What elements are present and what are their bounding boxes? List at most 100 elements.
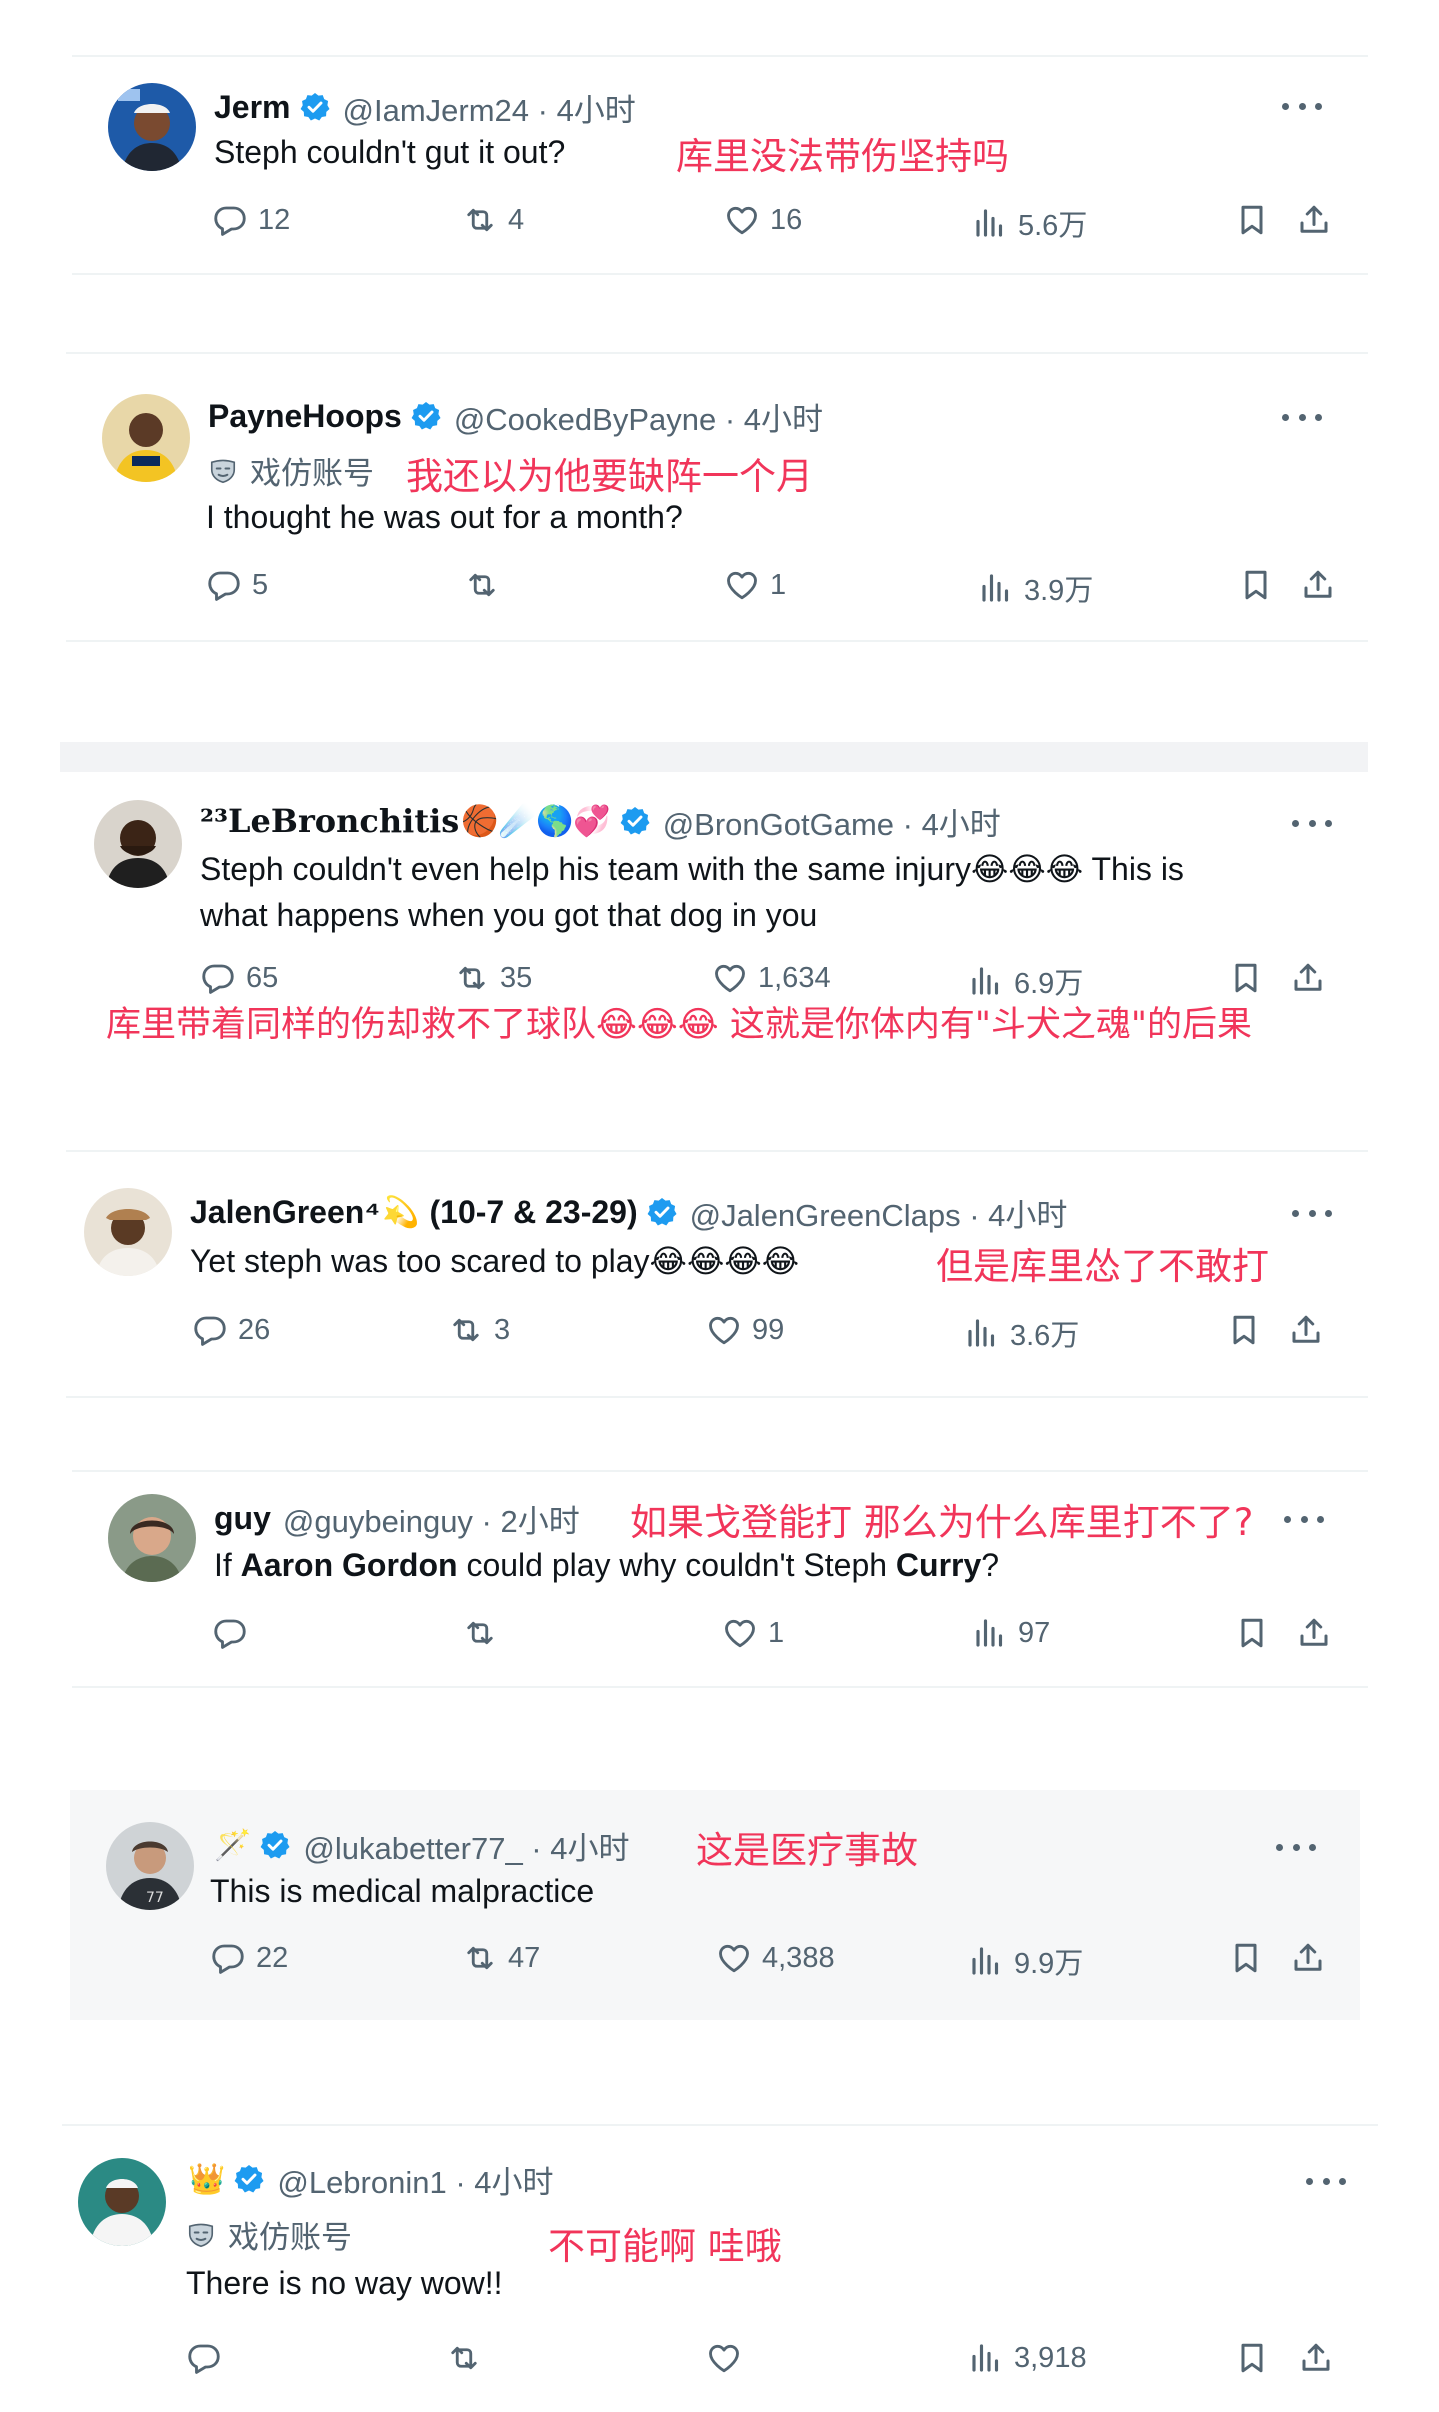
retweet-icon: [462, 1940, 498, 1976]
tweet-card[interactable]: JalenGreen⁴ 💫 (10-7 & 23-29) @JalenGreen…: [66, 1150, 1368, 1398]
like-button[interactable]: 16: [724, 202, 802, 238]
retweet-button[interactable]: 35: [454, 960, 532, 996]
share-button[interactable]: [1300, 567, 1336, 603]
retweet-icon: [454, 960, 490, 996]
tweet-card[interactable]: 77 🪄 @lukabetter77_ · 4小时 这是医疗事故 This is…: [70, 1790, 1360, 2020]
retweet-icon: [446, 2340, 482, 2376]
more-icon[interactable]: [1282, 99, 1322, 113]
avatar[interactable]: 77: [106, 1822, 194, 1910]
reply-button[interactable]: [186, 2340, 222, 2376]
more-icon[interactable]: [1284, 1512, 1324, 1526]
retweet-button[interactable]: 3: [448, 1312, 510, 1348]
share-button[interactable]: [1288, 1312, 1324, 1348]
views-button[interactable]: 3.9万: [978, 567, 1093, 609]
like-button[interactable]: 1: [724, 567, 786, 603]
handle-and-time[interactable]: @IamJerm24 · 4小时: [343, 85, 636, 130]
reply-button[interactable]: 22: [210, 1940, 288, 1976]
display-name[interactable]: Jerm: [214, 89, 291, 126]
views-button[interactable]: 3.6万: [964, 1312, 1079, 1354]
share-button[interactable]: [1290, 1940, 1326, 1976]
like-button[interactable]: [706, 2340, 742, 2376]
svg-text:77: 77: [146, 1890, 164, 1906]
tweet-card[interactable]: PayneHoops @CookedByPayne · 4小时 戏仿账号 我还以…: [66, 352, 1368, 642]
share-button[interactable]: [1298, 2340, 1334, 2376]
like-button[interactable]: 4,388: [716, 1940, 835, 1976]
avatar[interactable]: [108, 1494, 196, 1582]
tweet-text-line: what happens when you got that dog in yo…: [200, 897, 818, 933]
handle-and-time[interactable]: @lukabetter77_ · 4小时: [303, 1823, 629, 1868]
handle-and-time[interactable]: @CookedByPayne · 4小时: [454, 394, 823, 439]
more-icon[interactable]: [1282, 410, 1322, 424]
bookmark-button[interactable]: [1228, 1940, 1264, 1976]
display-name[interactable]: guy: [214, 1500, 271, 1537]
view-count: 9.9万: [1014, 1948, 1084, 1980]
share-icon: [1290, 1940, 1326, 1976]
views-button[interactable]: 3,918: [968, 2340, 1087, 2376]
retweet-button[interactable]: 4: [462, 202, 524, 238]
name-emoji: 💫: [382, 1195, 420, 1229]
tweet-text: If Aaron Gordon could play why couldn't …: [214, 1542, 999, 1588]
reply-count: 5: [252, 568, 269, 601]
retweet-button[interactable]: [462, 1615, 498, 1651]
reply-icon: [200, 960, 236, 996]
like-button[interactable]: 1: [722, 1615, 784, 1651]
avatar[interactable]: [108, 83, 196, 171]
verified-badge-icon: [299, 91, 331, 123]
like-button[interactable]: 99: [706, 1312, 784, 1348]
share-button[interactable]: [1296, 1615, 1332, 1651]
translation-annotation: 库里没法带伤坚持吗: [676, 135, 1009, 178]
divider: [60, 742, 1368, 772]
reply-button[interactable]: [212, 1615, 248, 1651]
handle-and-time[interactable]: @BronGotGame · 4小时: [663, 799, 1001, 844]
share-button[interactable]: [1296, 202, 1332, 238]
bookmark-button[interactable]: [1234, 2340, 1270, 2376]
tweet-card[interactable]: Jerm @IamJerm24 · 4小时 Steph couldn't gut…: [72, 55, 1368, 275]
share-button[interactable]: [1290, 960, 1326, 996]
views-button[interactable]: 9.9万: [968, 1940, 1083, 1982]
verified-badge-icon: [619, 805, 651, 837]
avatar[interactable]: [84, 1188, 172, 1276]
retweet-button[interactable]: [446, 2340, 482, 2376]
reply-button[interactable]: 26: [192, 1312, 270, 1348]
handle-and-time[interactable]: @guybeinguy · 2小时: [283, 1496, 580, 1541]
handle-and-time[interactable]: @JalenGreenClaps · 4小时: [690, 1190, 1068, 1235]
avatar[interactable]: [94, 800, 182, 888]
share-icon: [1290, 960, 1326, 996]
display-name-suffix[interactable]: (10-7 & 23-29): [430, 1194, 638, 1231]
name-emoji[interactable]: 👑: [188, 2162, 225, 2197]
more-icon[interactable]: [1276, 1840, 1316, 1854]
views-chart-icon: [978, 570, 1014, 606]
bookmark-button[interactable]: [1228, 960, 1264, 996]
tweet-card[interactable]: guy @guybeinguy · 2小时 如果戈登能打 那么为什么库里打不了?…: [72, 1470, 1368, 1688]
name-emoji[interactable]: 🪄: [214, 1828, 251, 1863]
retweet-icon: [448, 1312, 484, 1348]
divider: [72, 1470, 1368, 1472]
reply-button[interactable]: 12: [212, 202, 290, 238]
reply-icon: [192, 1312, 228, 1348]
bookmark-button[interactable]: [1234, 202, 1270, 238]
bookmark-button[interactable]: [1238, 567, 1274, 603]
views-button[interactable]: 5.6万: [972, 202, 1087, 244]
avatar[interactable]: [78, 2158, 166, 2246]
display-name[interactable]: JalenGreen⁴: [190, 1194, 380, 1231]
tweet-card[interactable]: ²³LeBronchitis 🏀☄️🌎💞 @BronGotGame · 4小时 …: [60, 742, 1368, 1054]
handle-and-time[interactable]: @Lebronin1 · 4小时: [277, 2157, 553, 2202]
retweet-button[interactable]: 47: [462, 1940, 540, 1976]
divider: [72, 55, 1368, 57]
more-icon[interactable]: [1306, 2174, 1346, 2188]
bookmark-button[interactable]: [1226, 1312, 1262, 1348]
bookmark-button[interactable]: [1234, 1615, 1270, 1651]
more-icon[interactable]: [1292, 1206, 1332, 1220]
display-name[interactable]: ²³LeBronchitis: [200, 802, 459, 840]
like-button[interactable]: 1,634: [712, 960, 831, 996]
reply-button[interactable]: 65: [200, 960, 278, 996]
reply-button[interactable]: 5: [206, 567, 268, 603]
display-name[interactable]: PayneHoops: [208, 398, 402, 435]
more-icon[interactable]: [1292, 816, 1332, 830]
views-button[interactable]: 97: [972, 1615, 1050, 1651]
share-icon: [1296, 1615, 1332, 1651]
tweet-card[interactable]: 👑 @Lebronin1 · 4小时 戏仿账号 不可能啊 哇哦 There is…: [62, 2124, 1378, 2412]
retweet-button[interactable]: [464, 567, 500, 603]
avatar[interactable]: [102, 394, 190, 482]
verified-badge-icon: [646, 1196, 678, 1228]
